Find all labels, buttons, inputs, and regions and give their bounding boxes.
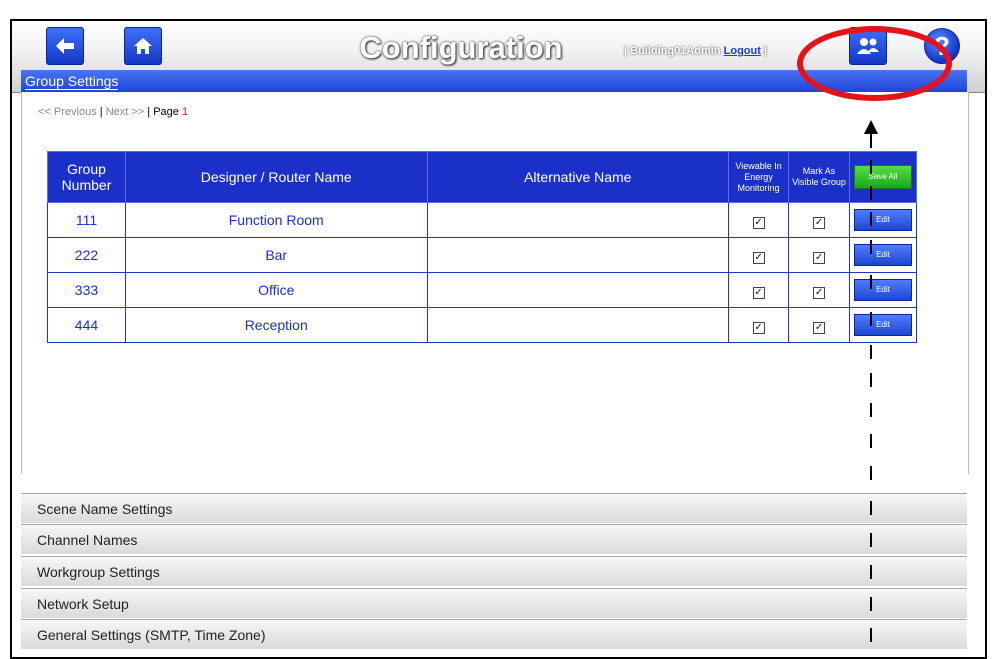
group-number-cell: 111 (47, 202, 126, 238)
annotation-dash (870, 240, 872, 254)
group-table: Group Number Designer / Router Name Alte… (47, 151, 918, 343)
header-viewable: Viewable In Energy Monitoring (728, 151, 790, 203)
page-title: Configuration (359, 30, 563, 65)
alternative-name-cell[interactable] (426, 307, 730, 343)
group-number-cell: 444 (47, 307, 126, 343)
logout-link[interactable]: Logout (724, 45, 761, 57)
home-icon (134, 38, 152, 54)
annotation-dash (870, 275, 872, 289)
table-row: 222 Bar ✓ ✓ Edit (47, 237, 918, 273)
designer-name-cell: Reception (124, 307, 428, 343)
visible-checkbox[interactable]: ✓ (813, 321, 826, 334)
header-group-number: Group Number (47, 151, 126, 203)
user-info: | Building01Admin Logout | (624, 45, 767, 57)
previous-link[interactable]: << Previous (38, 106, 97, 118)
visible-checkbox[interactable]: ✓ (813, 216, 826, 229)
table-header-row: Group Number Designer / Router Name Alte… (47, 151, 918, 203)
username-label: | Building01Admin (624, 45, 721, 57)
save-all-button[interactable]: Save All (853, 165, 912, 189)
table-row: 333 Office ✓ ✓ Edit (47, 272, 918, 308)
accordion-network-setup[interactable]: Network Setup (21, 588, 967, 618)
group-number-cell: 222 (47, 237, 126, 273)
table-row: 444 Reception ✓ ✓ Edit (47, 307, 918, 343)
designer-name-cell: Bar (124, 237, 428, 273)
annotation-dash (870, 312, 872, 326)
annotation-dash (870, 466, 872, 480)
annotation-dash (870, 434, 872, 448)
annotation-dash (870, 597, 872, 611)
viewable-checkbox[interactable]: ✓ (752, 251, 765, 264)
annotation-dash (870, 533, 872, 547)
alternative-name-cell[interactable] (426, 202, 730, 238)
arrow-left-icon (56, 38, 74, 54)
home-button[interactable] (124, 27, 162, 65)
header-mark-visible: Mark As Visible Group (788, 151, 850, 203)
page-number: 1 (181, 106, 189, 118)
visible-checkbox[interactable]: ✓ (813, 286, 826, 299)
annotation-dash (870, 212, 872, 226)
edit-button[interactable]: Edit (853, 314, 912, 336)
accordion-general-settings[interactable]: General Settings (SMTP, Time Zone) (21, 619, 967, 649)
annotation-dash (870, 373, 872, 387)
annotation-dash (870, 628, 872, 642)
annotation-dash (870, 134, 872, 148)
edit-button[interactable]: Edit (853, 244, 912, 266)
pager: << Previous | Next >> | Page 1 (38, 106, 188, 118)
back-button[interactable] (46, 27, 84, 65)
header-designer-name: Designer / Router Name (124, 151, 428, 203)
header-save-all: Save All (848, 151, 918, 203)
visible-checkbox[interactable]: ✓ (813, 251, 826, 264)
designer-name-cell: Function Room (124, 202, 428, 238)
page-label: Page (153, 106, 179, 118)
annotation-dash (870, 186, 872, 200)
group-settings-title: Group Settings (25, 73, 119, 90)
alternative-name-cell[interactable] (426, 272, 730, 308)
user-separator: | (763, 45, 768, 57)
next-link[interactable]: Next >> (106, 106, 145, 118)
header-alternative-name: Alternative Name (426, 151, 730, 203)
highlight-circle (797, 26, 952, 101)
annotation-arrow-head (864, 120, 878, 134)
pager-separator: | (147, 106, 151, 118)
viewable-checkbox[interactable]: ✓ (752, 286, 765, 299)
pager-separator: | (99, 106, 103, 118)
annotation-dash (870, 345, 872, 359)
annotation-dash (870, 160, 872, 174)
accordion-channel-names[interactable]: Channel Names (21, 524, 967, 554)
table-row: 111 Function Room ✓ ✓ Edit (47, 202, 918, 238)
group-number-cell: 333 (47, 272, 126, 308)
annotation-dash (870, 403, 872, 417)
edit-button[interactable]: Edit (853, 279, 912, 301)
annotation-dash (870, 501, 872, 515)
alternative-name-cell[interactable] (426, 237, 730, 273)
viewable-checkbox[interactable]: ✓ (752, 321, 765, 334)
accordion-scene-name-settings[interactable]: Scene Name Settings (21, 493, 967, 523)
designer-name-cell: Office (124, 272, 428, 308)
viewable-checkbox[interactable]: ✓ (752, 216, 765, 229)
annotation-dash (870, 565, 872, 579)
accordion-workgroup-settings[interactable]: Workgroup Settings (21, 556, 967, 586)
edit-button[interactable]: Edit (853, 209, 912, 231)
